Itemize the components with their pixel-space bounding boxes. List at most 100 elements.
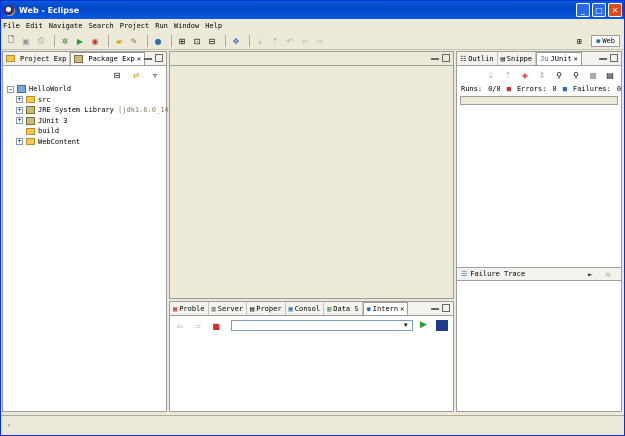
forward-icon[interactable]: ⇨ — [314, 35, 326, 47]
close-tab-icon[interactable]: ✕ — [400, 305, 404, 313]
tab-properties[interactable]: ▤ Proper — [247, 302, 286, 315]
tree-item-build[interactable]: build — [7, 126, 173, 137]
eclipse-window: Web - Eclipse _ □ ✕ File Edit Navigate S… — [0, 0, 625, 436]
open-perspective-icon[interactable]: ⊞ — [573, 35, 585, 47]
open-folder-icon[interactable]: ▰ — [113, 35, 125, 47]
menu-navigate[interactable]: Navigate — [49, 22, 83, 30]
run-icon[interactable]: ▶ — [74, 35, 86, 47]
failures-value: 0 — [616, 85, 622, 93]
tree-item-junit[interactable]: + JUnit 3 — [7, 116, 173, 127]
close-button[interactable]: ✕ — [608, 3, 622, 17]
new-server-icon[interactable]: ⊞ — [176, 35, 188, 47]
new-web-icon[interactable]: ⊡ — [191, 35, 203, 47]
menu-edit[interactable]: Edit — [26, 22, 43, 30]
failure-trace-header: ☰ Failure Trace ⇤ ⇆ — [457, 267, 621, 281]
close-tab-icon[interactable]: ✕ — [137, 55, 141, 63]
tab-data-source[interactable]: ▥ Data S — [324, 302, 363, 315]
minimize-view-icon[interactable] — [144, 54, 152, 60]
tab-outline[interactable]: ☷ Outlin — [457, 52, 498, 65]
tree-item-suffix: [jdk1.6.0_14] — [118, 106, 173, 115]
debug-icon[interactable]: ✲ — [59, 35, 71, 47]
previous-failure-icon[interactable]: ⇡ — [502, 69, 514, 81]
link-editor-icon[interactable]: ⇄ — [130, 69, 142, 81]
explorer-tab-row: Project Exp Package Exp ✕ — [3, 52, 166, 66]
title-bar[interactable]: Web - Eclipse _ □ ✕ — [1, 1, 624, 19]
menu-run[interactable]: Run — [155, 22, 168, 30]
tab-internal-browser[interactable]: ● Intern ✕ — [362, 302, 409, 315]
history-icon[interactable]: ▤ — [604, 69, 616, 81]
print-icon[interactable]: ⎙ — [35, 35, 47, 47]
view-menu-icon[interactable]: ▿ — [149, 69, 161, 81]
menu-project[interactable]: Project — [120, 22, 150, 30]
eclipse-logo-icon — [4, 4, 15, 16]
tab-label: Proble — [179, 304, 205, 313]
web-perspective-icon: ● — [596, 37, 601, 45]
compare-result-icon[interactable]: ⇆ — [602, 268, 614, 280]
new-package-icon[interactable]: ⊟ — [206, 35, 218, 47]
tree-item-webcontent[interactable]: + WebContent — [7, 137, 173, 148]
expand-icon[interactable]: + — [16, 106, 23, 114]
maximize-button[interactable]: □ — [592, 3, 606, 17]
go-icon[interactable]: ▶ — [420, 320, 427, 330]
expand-icon[interactable]: + — [16, 138, 23, 146]
prev-annotation-icon[interactable]: ⇡ — [269, 35, 281, 47]
filter-stack-icon[interactable]: ⇤ — [584, 268, 596, 280]
collapse-icon[interactable]: − — [7, 85, 14, 93]
menu-file[interactable]: File — [3, 22, 20, 30]
minimize-button[interactable]: _ — [576, 3, 590, 17]
project-icon — [17, 85, 26, 94]
close-tab-icon[interactable]: ✕ — [574, 55, 578, 63]
open-type-icon[interactable]: ✥ — [230, 35, 242, 47]
minimize-view-icon[interactable] — [599, 54, 607, 60]
maximize-view-icon[interactable] — [442, 54, 450, 62]
pen-icon[interactable]: ✎ — [128, 35, 140, 47]
globe-icon[interactable]: ● — [152, 35, 164, 47]
tab-problems[interactable]: ▦ Proble — [170, 302, 209, 315]
menu-help[interactable]: Help — [205, 22, 222, 30]
expand-icon[interactable]: + — [16, 117, 23, 125]
back-icon[interactable]: ⇦ — [299, 35, 311, 47]
tree-item-src[interactable]: + src — [7, 95, 173, 106]
minimize-view-icon[interactable] — [431, 304, 439, 310]
collapse-all-icon[interactable]: ⊟ — [111, 69, 123, 81]
tab-console[interactable]: ▣ Consol — [286, 302, 325, 315]
tab-snippets[interactable]: ▤ Snippe — [498, 52, 537, 65]
tab-package-explorer[interactable]: Package Exp ✕ — [70, 52, 145, 65]
menu-window[interactable]: Window — [174, 22, 199, 30]
url-dropdown-icon[interactable]: ▾ — [404, 321, 408, 329]
web-perspective-button[interactable]: ● Web — [591, 35, 620, 47]
new-icon[interactable]: 🗋 — [5, 35, 17, 47]
tab-label: Data S — [333, 304, 359, 313]
errors-value: 0 — [552, 85, 557, 93]
next-failure-icon[interactable]: ⇣ — [485, 69, 497, 81]
maximize-view-icon[interactable] — [442, 304, 450, 312]
tab-servers[interactable]: ▥ Server — [209, 302, 248, 315]
expand-icon[interactable]: + — [16, 96, 23, 104]
view-menu-icon[interactable]: ▿ — [621, 69, 625, 81]
stop-icon[interactable]: ■ — [587, 69, 599, 81]
tab-project-explorer[interactable]: Project Exp — [3, 52, 71, 65]
tab-junit[interactable]: Ju JUnit ✕ — [536, 52, 582, 65]
window-controls: _ □ ✕ — [576, 3, 622, 17]
annotation-icon[interactable]: ⇣ — [254, 35, 266, 47]
rerun-icon[interactable]: ⚲ — [553, 69, 565, 81]
rerun-failed-icon[interactable]: ⚲ — [570, 69, 582, 81]
back-icon[interactable]: ⇦ — [174, 320, 186, 332]
bottom-panel: ▦ Proble ▥ Server ▤ Proper ▣ Consol ▥ Da… — [169, 301, 454, 412]
tree-item-jre[interactable]: + JRE System Library [jdk1.6.0_14] — [7, 105, 173, 116]
forward-icon[interactable]: ⇨ — [192, 320, 204, 332]
stop-icon[interactable]: ■ — [210, 320, 222, 332]
tab-label: Package Exp — [88, 55, 135, 63]
tree-item-helloworld[interactable]: − HelloWorld — [7, 84, 173, 95]
maximize-view-icon[interactable] — [155, 54, 163, 62]
show-failures-only-icon[interactable]: ◈ — [519, 69, 531, 81]
save-icon[interactable]: ▣ — [20, 35, 32, 47]
maximize-view-icon[interactable] — [610, 54, 618, 62]
external-tools-icon[interactable]: ◉ — [89, 35, 101, 47]
url-input[interactable] — [231, 320, 413, 331]
menu-search[interactable]: Search — [88, 22, 113, 30]
bottom-tab-row: ▦ Proble ▥ Server ▤ Proper ▣ Consol ▥ Da… — [170, 302, 453, 316]
minimize-view-icon[interactable] — [431, 54, 439, 60]
last-edit-icon[interactable]: ↶ — [284, 35, 296, 47]
scroll-lock-icon[interactable]: ⇕ — [536, 69, 548, 81]
